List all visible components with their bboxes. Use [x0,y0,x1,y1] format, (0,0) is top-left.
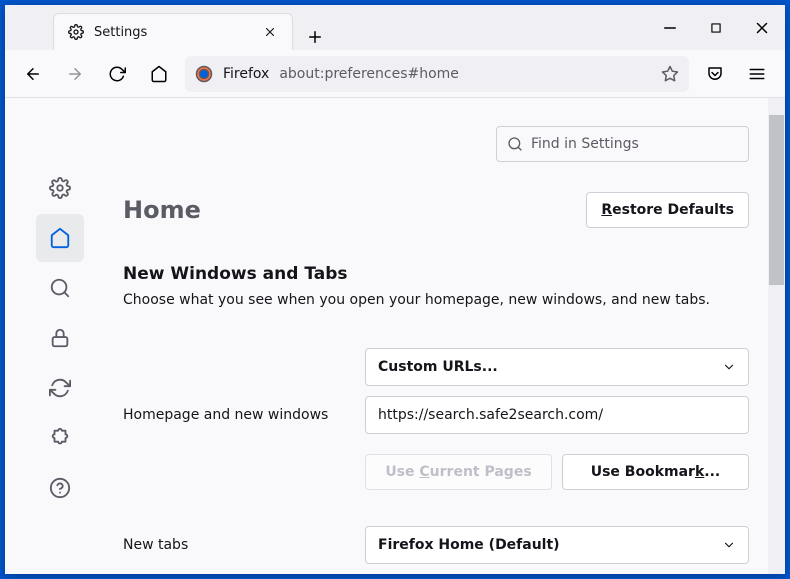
chevron-down-icon [722,538,736,552]
gear-icon [49,177,71,199]
new-tab-button[interactable] [299,28,331,46]
url-identity: Firefox [223,66,269,82]
chevron-down-icon [722,360,736,374]
puzzle-icon [49,427,71,449]
gear-icon [68,24,84,40]
bookmark-star-icon[interactable] [661,65,679,83]
tab-close-button[interactable] [262,24,278,40]
newtabs-label: New tabs [123,537,365,553]
sidebar-item-extensions[interactable] [36,414,84,462]
close-icon [753,19,771,37]
sidebar-item-help[interactable] [36,464,84,512]
settings-main: Find in Settings Home Restore Defaults N… [115,98,785,574]
use-bookmark-button[interactable]: Use Bookmark... [562,454,749,490]
titlebar: Settings [5,5,785,50]
arrow-left-icon [24,65,42,83]
pocket-icon [706,65,724,83]
forward-button [59,58,91,90]
scrollbar-thumb[interactable] [769,115,784,285]
url-bar[interactable]: Firefox about:preferences#home [185,56,689,92]
reload-button[interactable] [101,58,133,90]
use-current-pages-button: Use Current Pages [365,454,552,490]
homepage-mode-select[interactable]: Custom URLs... [365,348,749,386]
homepage-label: Homepage and new windows [123,407,365,423]
search-icon [49,277,71,299]
maximize-icon [709,21,723,35]
sidebar-item-search[interactable] [36,264,84,312]
firefox-icon [195,65,213,83]
lock-icon [49,327,71,349]
homepage-url-input[interactable] [365,396,749,434]
sidebar-item-sync[interactable] [36,364,84,412]
help-icon [49,477,71,499]
back-button[interactable] [17,58,49,90]
tab-title: Settings [94,25,147,40]
window-minimize-button[interactable] [647,5,693,50]
section-description: Choose what you see when you open your h… [123,292,749,308]
window-maximize-button[interactable] [693,5,739,50]
sidebar-item-privacy[interactable] [36,314,84,362]
search-icon [507,136,523,152]
settings-search[interactable]: Find in Settings [496,126,749,162]
tab-settings[interactable]: Settings [53,13,293,50]
restore-defaults-button[interactable]: Restore Defaults [586,192,749,228]
section-title: New Windows and Tabs [123,264,749,284]
scrollbar[interactable] [768,98,785,574]
app-menu-button[interactable] [741,58,773,90]
pocket-button[interactable] [699,58,731,90]
reload-icon [108,65,126,83]
plus-icon [306,28,324,46]
sidebar-item-general[interactable] [36,164,84,212]
arrow-right-icon [66,65,84,83]
sidebar-item-home[interactable] [36,214,84,262]
close-icon [263,25,277,39]
newtabs-select[interactable]: Firefox Home (Default) [365,526,749,564]
page-title: Home [123,196,201,224]
url-path: about:preferences#home [279,66,459,82]
toolbar: Firefox about:preferences#home [5,50,785,98]
home-icon [150,65,168,83]
window-close-button[interactable] [739,5,785,50]
search-placeholder: Find in Settings [531,136,639,152]
select-value: Firefox Home (Default) [378,537,560,553]
sync-icon [49,377,71,399]
select-value: Custom URLs... [378,359,498,375]
minimize-icon [661,19,679,37]
sidebar [5,98,115,574]
hamburger-icon [748,65,766,83]
home-icon [49,227,71,249]
home-button[interactable] [143,58,175,90]
